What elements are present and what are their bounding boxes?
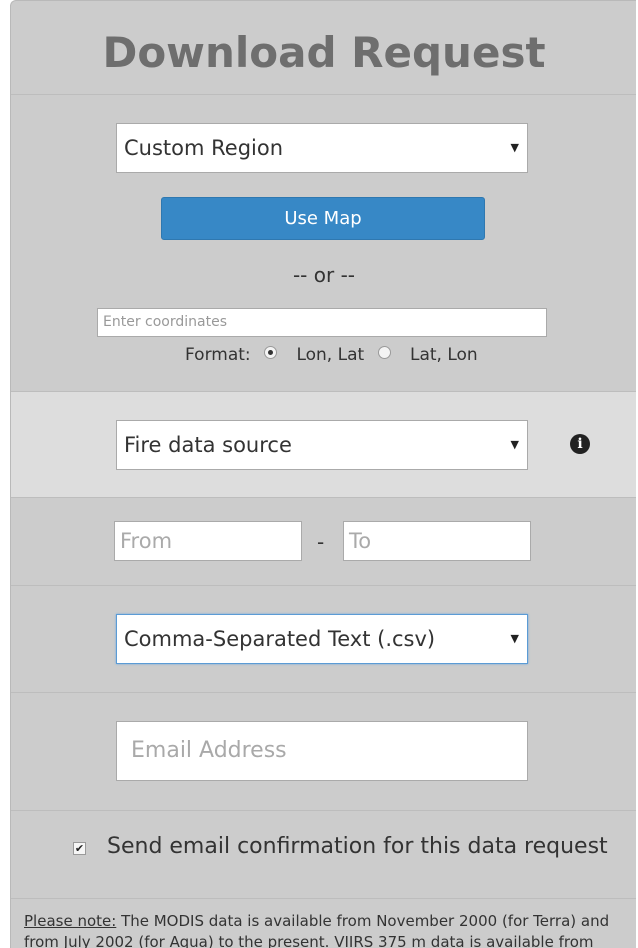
from-date-input[interactable]: From xyxy=(114,521,302,561)
coordinates-input[interactable]: Enter coordinates xyxy=(97,308,547,337)
chevron-down-icon: ▼ xyxy=(510,632,519,645)
file-format-select[interactable]: Comma-Separated Text (.csv) ▼ xyxy=(116,614,528,664)
lat-lon-radio[interactable] xyxy=(377,345,391,359)
fire-data-source-value: Fire data source xyxy=(124,433,292,457)
fire-data-source-select[interactable]: Fire data source ▼ xyxy=(116,420,528,470)
region-select[interactable]: Custom Region ▼ xyxy=(116,123,528,173)
coordinate-format-row: Format: Lon, Lat Lat, Lon xyxy=(185,345,478,365)
email-confirmation-checkbox[interactable]: ✔ xyxy=(73,842,86,855)
email-input[interactable]: Email Address xyxy=(116,721,528,781)
region-section: Custom Region ▼ Use Map -- or -- Enter c… xyxy=(11,95,636,392)
note-section: Please note: The MODIS data is available… xyxy=(11,899,636,948)
lon-lat-label: Lon, Lat xyxy=(296,345,365,365)
file-format-value: Comma-Separated Text (.csv) xyxy=(124,627,436,651)
to-date-input[interactable]: To xyxy=(343,521,531,561)
date-range-section: From - To xyxy=(11,498,636,586)
lat-lon-label: Lat, Lon xyxy=(409,345,478,365)
or-divider: -- or -- xyxy=(292,263,356,287)
availability-note: Please note: The MODIS data is available… xyxy=(24,911,624,948)
region-select-value: Custom Region xyxy=(124,136,284,160)
file-format-section: Comma-Separated Text (.csv) ▼ xyxy=(11,586,636,693)
source-section: Fire data source ▼ i xyxy=(11,392,636,498)
format-label: Format: xyxy=(185,345,251,365)
use-map-button[interactable]: Use Map xyxy=(161,197,485,240)
page-title: Download Request xyxy=(102,28,546,77)
info-icon[interactable]: i xyxy=(570,434,590,454)
date-separator: - xyxy=(317,530,325,554)
chevron-down-icon: ▼ xyxy=(510,438,519,451)
email-confirmation-label[interactable]: Send email confirmation for this data re… xyxy=(107,834,608,859)
download-request-panel: Download Request Custom Region ▼ Use Map… xyxy=(10,0,636,948)
chevron-down-icon: ▼ xyxy=(510,141,519,154)
email-section: Email Address xyxy=(11,693,636,811)
note-label: Please note: xyxy=(24,912,117,930)
lon-lat-radio[interactable] xyxy=(264,345,278,359)
confirmation-section: ✔ Send email confirmation for this data … xyxy=(11,811,636,899)
title-section: Download Request xyxy=(11,1,636,95)
